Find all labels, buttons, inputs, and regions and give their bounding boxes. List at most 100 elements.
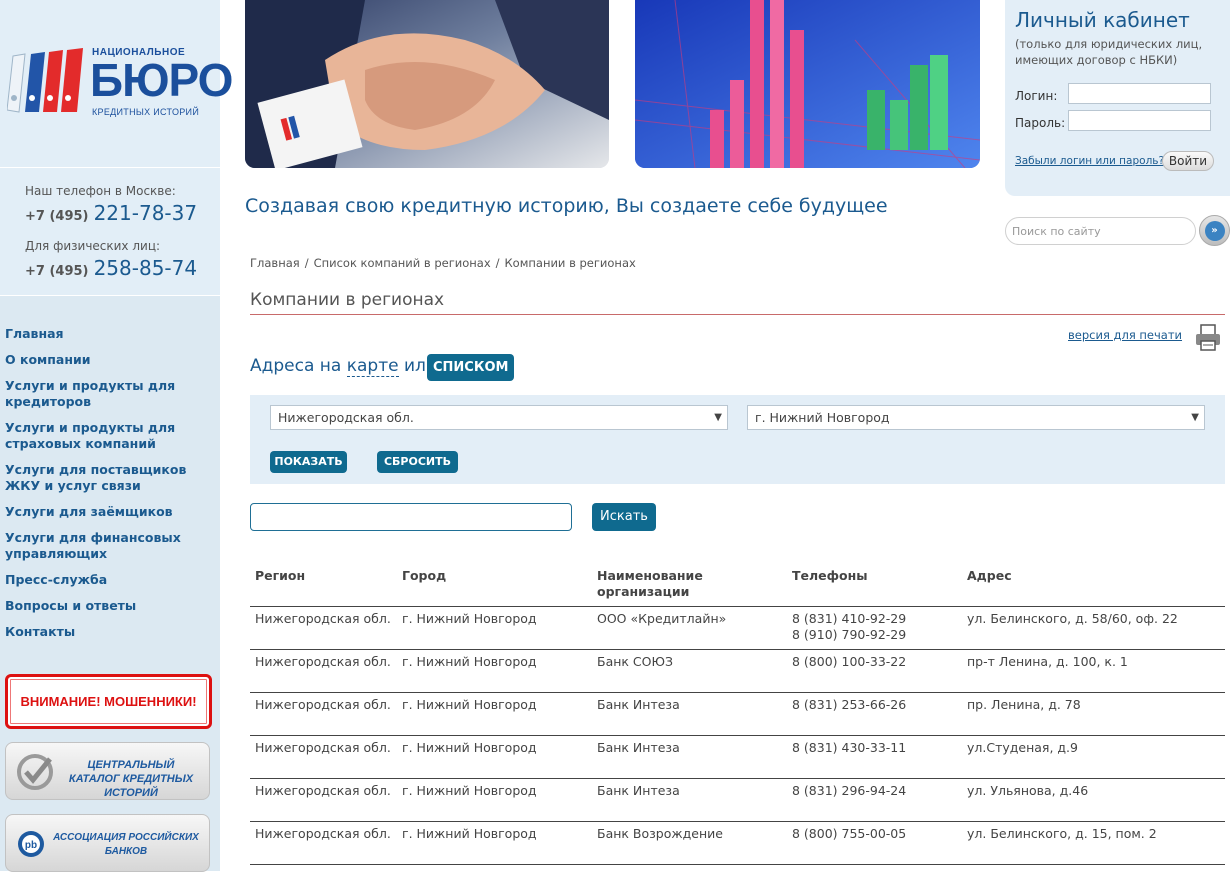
moscow-phone-number: 221-78-37	[93, 201, 198, 225]
nav-item-about[interactable]: О компании	[5, 352, 215, 368]
logo-binders-icon	[7, 48, 83, 113]
individuals-phone-code: +7 (495)	[25, 264, 89, 279]
cell-address: ул. Белинского, д. 15, пом. 2	[962, 821, 1225, 865]
nav-item-insurance[interactable]: Услуги и продукты для страховых компаний	[5, 420, 215, 452]
password-label: Пароль:	[1015, 116, 1066, 130]
table-row: Нижегородская обл. г. Нижний Новгород Банк…	[250, 735, 1225, 779]
login-note: (только для юридических лиц, имеющих дог…	[1015, 37, 1203, 67]
city-select-value: г. Нижний Новгород	[755, 410, 890, 425]
breadcrumb: Главная / Список компаний в регионах / Компа…	[250, 256, 636, 270]
address-view-heading: Адреса на карте или	[250, 356, 437, 377]
association-banner-text: АССОЦИАЦИЯ РОССИЙСКИХ БАНКОВ	[53, 832, 199, 857]
address-heading-prefix: Адреса на	[250, 356, 342, 376]
reset-button[interactable]: СБРОСИТЬ	[377, 451, 458, 473]
cell-region: Нижегородская обл.	[250, 692, 397, 736]
header-city: Город	[397, 566, 592, 607]
russian-banks-association-banner[interactable]: pb АССОЦИАЦИЯ РОССИЙСКИХ БАНКОВ	[5, 814, 210, 872]
login-label: Логин:	[1015, 89, 1058, 103]
cell-phones: 8 (831) 253-66-26	[787, 692, 962, 736]
contact-phones: Наш телефон в Москве: +7 (495) 221-78-37…	[0, 168, 220, 296]
region-dropdown-arrow-icon: ▼	[714, 412, 722, 423]
login-input[interactable]	[1068, 83, 1211, 104]
breadcrumb-home[interactable]: Главная	[250, 256, 300, 270]
cell-city: г. Нижний Новгород	[397, 778, 592, 822]
cell-organization: Банк Интеза	[592, 735, 787, 779]
breadcrumb-company-list[interactable]: Список компаний в регионах	[314, 256, 491, 270]
arb-logo-icon: pb	[18, 831, 44, 857]
login-panel: Личный кабинет (только для юридических л…	[1005, 0, 1230, 196]
cell-organization: Банк Интеза	[592, 778, 787, 822]
print-version-link[interactable]: версия для печати	[1068, 328, 1182, 342]
slogan: Создавая свою кредитную историю, Вы созд…	[245, 195, 888, 217]
cell-city: г. Нижний Новгород	[397, 821, 592, 865]
catalog-banner-text: ЦЕНТРАЛЬНЫЙ КАТАЛОГ КРЕДИТНЫХ ИСТОРИЙ	[68, 759, 194, 799]
table-body: Нижегородская обл. г. Нижний Новгород ООО …	[250, 606, 1225, 865]
table-row: Нижегородская обл. г. Нижний Новгород ООО …	[250, 606, 1225, 650]
cell-address: пр-т Ленина, д. 100, к. 1	[962, 649, 1225, 693]
nav-item-contacts[interactable]: Контакты	[5, 624, 215, 640]
checkmark-icon	[17, 754, 53, 790]
logo-bottom-text: КРЕДИТНЫХ ИСТОРИЙ	[92, 107, 200, 117]
moscow-phone: +7 (495) 221-78-37	[25, 201, 197, 225]
cell-address: ул.Студеная, д.9	[962, 735, 1225, 779]
sidebar: НАЦИОНАЛЬНОЕ БЮРО КРЕДИТНЫХ ИСТОРИЙ Наш …	[0, 0, 233, 872]
title-divider	[250, 314, 1225, 315]
moscow-phone-label: Наш телефон в Москве:	[25, 184, 176, 198]
nav-item-home[interactable]: Главная	[5, 326, 215, 342]
printer-icon[interactable]	[1195, 323, 1221, 351]
table-row: Нижегородская обл. г. Нижний Новгород Банк…	[250, 778, 1225, 822]
cell-region: Нижегородская обл.	[250, 778, 397, 822]
cell-region: Нижегородская обл.	[250, 606, 397, 650]
nav-item-utilities[interactable]: Услуги для поставщиков ЖКУ и услуг связи	[5, 462, 215, 494]
header-region: Регион	[250, 566, 397, 607]
table-row: Нижегородская обл. г. Нижний Новгород Банк…	[250, 821, 1225, 865]
login-title: Личный кабинет	[1015, 8, 1190, 32]
nav-item-borrowers[interactable]: Услуги для заёмщиков	[5, 504, 215, 520]
cell-region: Нижегородская обл.	[250, 735, 397, 779]
cell-organization: Банк Интеза	[592, 692, 787, 736]
company-search-button[interactable]: Искать	[592, 503, 656, 531]
site-search-input[interactable]: Поиск по сайту	[1005, 217, 1196, 245]
individuals-phone: +7 (495) 258-85-74	[25, 256, 197, 280]
logo[interactable]: НАЦИОНАЛЬНОЕ БЮРО КРЕДИТНЫХ ИСТОРИЙ	[0, 0, 233, 168]
login-button[interactable]: Войти	[1162, 151, 1214, 171]
fraud-warning-banner[interactable]: ВНИМАНИЕ! МОШЕННИКИ!	[5, 674, 212, 729]
site-search-button[interactable]: »	[1199, 215, 1230, 246]
city-select[interactable]: г. Нижний Новгород ▼	[747, 405, 1205, 430]
password-input[interactable]	[1068, 110, 1211, 131]
cell-phones: 8 (831) 296-94-24	[787, 778, 962, 822]
list-view-button[interactable]: СПИСКОМ	[427, 354, 515, 381]
logo-main-text: БЮРО	[90, 54, 233, 106]
map-view-link[interactable]: карте	[346, 356, 399, 377]
credit-history-catalog-banner[interactable]: ЦЕНТРАЛЬНЫЙ КАТАЛОГ КРЕДИТНЫХ ИСТОРИЙ	[5, 742, 210, 800]
fraud-warning-text: ВНИМАНИЕ! МОШЕННИКИ!	[20, 694, 197, 709]
handshake-image	[245, 0, 609, 168]
cell-phones: 8 (831) 410-92-29 8 (910) 790-92-29	[787, 606, 962, 650]
show-button[interactable]: ПОКАЗАТЬ	[270, 451, 347, 473]
individuals-phone-label: Для физических лиц:	[25, 239, 161, 253]
region-select[interactable]: Нижегородская обл. ▼	[270, 405, 728, 430]
table-row: Нижегородская обл. г. Нижний Новгород Банк…	[250, 692, 1225, 736]
cell-city: г. Нижний Новгород	[397, 692, 592, 736]
table-row: Нижегородская обл. г. Нижний Новгород Банк…	[250, 649, 1225, 693]
header-organization: Наименование организации	[592, 566, 787, 607]
nav-item-financial-managers[interactable]: Услуги для финансовых управляющих	[5, 530, 215, 562]
individuals-phone-number: 258-85-74	[93, 256, 198, 280]
cell-city: г. Нижний Новгород	[397, 606, 592, 650]
page-title: Компании в регионах	[250, 290, 445, 310]
region-select-value: Нижегородская обл.	[278, 410, 414, 425]
cell-organization: Банк СОЮЗ	[592, 649, 787, 693]
svg-text:pb: pb	[25, 840, 37, 851]
handshake-illustration	[245, 0, 609, 168]
cell-phones: 8 (831) 430-33-11	[787, 735, 962, 779]
moscow-phone-code: +7 (495)	[25, 209, 89, 224]
finance-chart-image	[635, 0, 980, 168]
company-search-input[interactable]	[250, 503, 572, 531]
header-phones: Телефоны	[787, 566, 962, 607]
nav-item-creditors[interactable]: Услуги и продукты для кредиторов	[5, 378, 215, 410]
cell-address: ул. Белинского, д. 58/60, оф. 22	[962, 606, 1225, 650]
city-dropdown-arrow-icon: ▼	[1191, 412, 1199, 423]
nav-item-faq[interactable]: Вопросы и ответы	[5, 598, 215, 614]
forgot-password-link[interactable]: Забыли логин или пароль?	[1015, 155, 1164, 167]
nav-item-press[interactable]: Пресс-служба	[5, 572, 215, 588]
